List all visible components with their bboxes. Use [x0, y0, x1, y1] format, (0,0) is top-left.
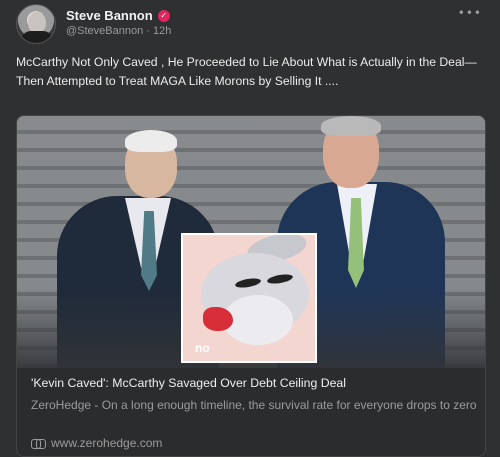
author-handle[interactable]: @SteveBannon	[66, 25, 143, 37]
avatar-coat	[21, 31, 53, 43]
handle-row: @SteveBannon · 12h	[66, 25, 171, 37]
post-time[interactable]: 12h	[153, 25, 171, 37]
card-title[interactable]: 'Kevin Caved': McCarthy Savaged Over Deb…	[31, 376, 481, 390]
bunny-mouth	[203, 307, 233, 331]
verified-badge-icon: ✓	[157, 9, 170, 22]
card-link[interactable]: www.zerohedge.com	[31, 436, 162, 450]
separator: ·	[146, 25, 150, 37]
author-name[interactable]: Steve Bannon	[66, 8, 153, 23]
link-icon	[31, 438, 46, 449]
bunny-cheek	[223, 295, 293, 345]
more-options-icon[interactable]: •••	[458, 6, 482, 20]
social-post: Steve Bannon ✓ @SteveBannon · 12h ••• Mc…	[0, 0, 500, 457]
card-description: ZeroHedge - On a long enough timeline, t…	[31, 398, 477, 412]
card-image[interactable]: no	[17, 116, 485, 368]
avatar[interactable]	[16, 4, 56, 44]
meme-inset: no	[181, 233, 317, 363]
man-right-hair	[321, 116, 381, 136]
man-left-hair	[125, 130, 177, 152]
post-text: McCarthy Not Only Caved , He Proceeded t…	[16, 55, 477, 88]
card-link-text[interactable]: www.zerohedge.com	[51, 436, 162, 450]
meme-caption: no	[195, 341, 210, 355]
author-row: Steve Bannon ✓	[66, 8, 170, 23]
link-preview-card[interactable]: no 'Kevin Caved': McCarthy Savaged Over …	[16, 115, 486, 457]
